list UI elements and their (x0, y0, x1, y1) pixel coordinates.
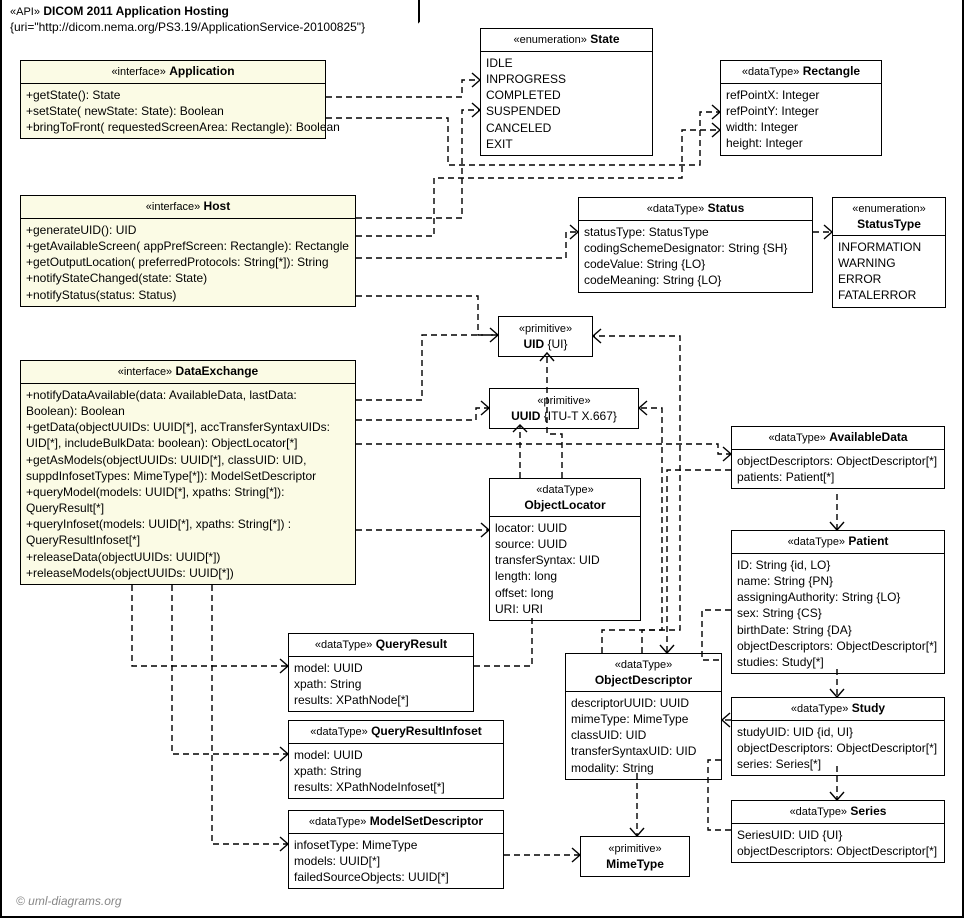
datatype-patient: «dataType» Patient ID: String {id, LO}na… (731, 530, 945, 674)
datatype-modelsetdescriptor: «dataType» ModelSetDescriptor infosetTyp… (288, 810, 504, 889)
datatype-queryresult: «dataType» QueryResult model: UUIDxpath:… (288, 633, 474, 712)
datatype-status: «dataType» Status statusType: StatusType… (578, 197, 813, 293)
datatype-queryresultinfoset: «dataType» QueryResultInfoset model: UUI… (288, 720, 504, 799)
datatype-series: «dataType» Series SeriesUID: UID {UI}obj… (731, 800, 945, 863)
datatype-study: «dataType» Study studyUID: UID {id, UI}o… (731, 697, 945, 776)
class-application: «interface» Application +getState(): Sta… (20, 60, 326, 139)
datatype-objectlocator: «dataType» ObjectLocator locator: UUIDso… (489, 478, 641, 621)
datatype-availabledata: «dataType» AvailableData objectDescripto… (731, 426, 945, 489)
uml-package-diagram: «API» DICOM 2011 Application Hosting {ur… (0, 0, 964, 918)
watermark: © uml-diagrams.org (16, 894, 122, 908)
package-header: «API» DICOM 2011 Application Hosting {ur… (0, 0, 420, 41)
enum-statustype: «enumeration» StatusType INFORMATIONWARN… (832, 197, 946, 308)
application-ops: +getState(): State+setState( newState: S… (21, 84, 325, 139)
datatype-rectangle: «dataType» Rectangle refPointX: Integerr… (720, 60, 882, 156)
class-dataexchange: «interface» DataExchange +notifyDataAvai… (20, 360, 356, 585)
primitive-mimetype: «primitive» MimeType (580, 836, 690, 877)
primitive-uuid: «primitive» UUID {ITU-T X.667} (489, 388, 639, 429)
class-host: «interface» Host +generateUID(): UID+get… (20, 195, 356, 307)
enum-state: «enumeration» State IDLEINPROGRESSCOMPLE… (480, 28, 653, 156)
pkg-name: DICOM 2011 Application Hosting (43, 4, 229, 18)
pkg-uri: {uri="http://dicom.nema.org/PS3.19/Appli… (10, 20, 365, 34)
pkg-stereo: «API» (10, 6, 40, 18)
datatype-objectdescriptor: «dataType» ObjectDescriptor descriptorUU… (565, 653, 722, 780)
primitive-uid: «primitive» UID {UI} (498, 316, 593, 357)
